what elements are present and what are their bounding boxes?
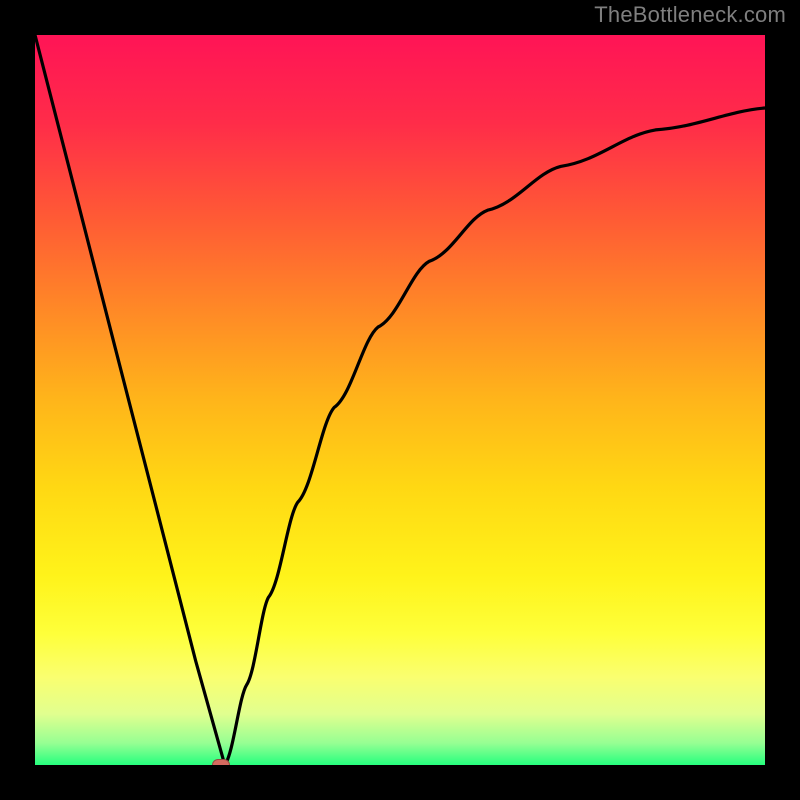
plot-area xyxy=(35,35,765,765)
optimal-marker xyxy=(212,759,230,765)
bottleneck-curve xyxy=(35,35,765,765)
chart-frame: TheBottleneck.com xyxy=(0,0,800,800)
curve-path xyxy=(35,35,765,765)
watermark-text: TheBottleneck.com xyxy=(594,2,786,28)
